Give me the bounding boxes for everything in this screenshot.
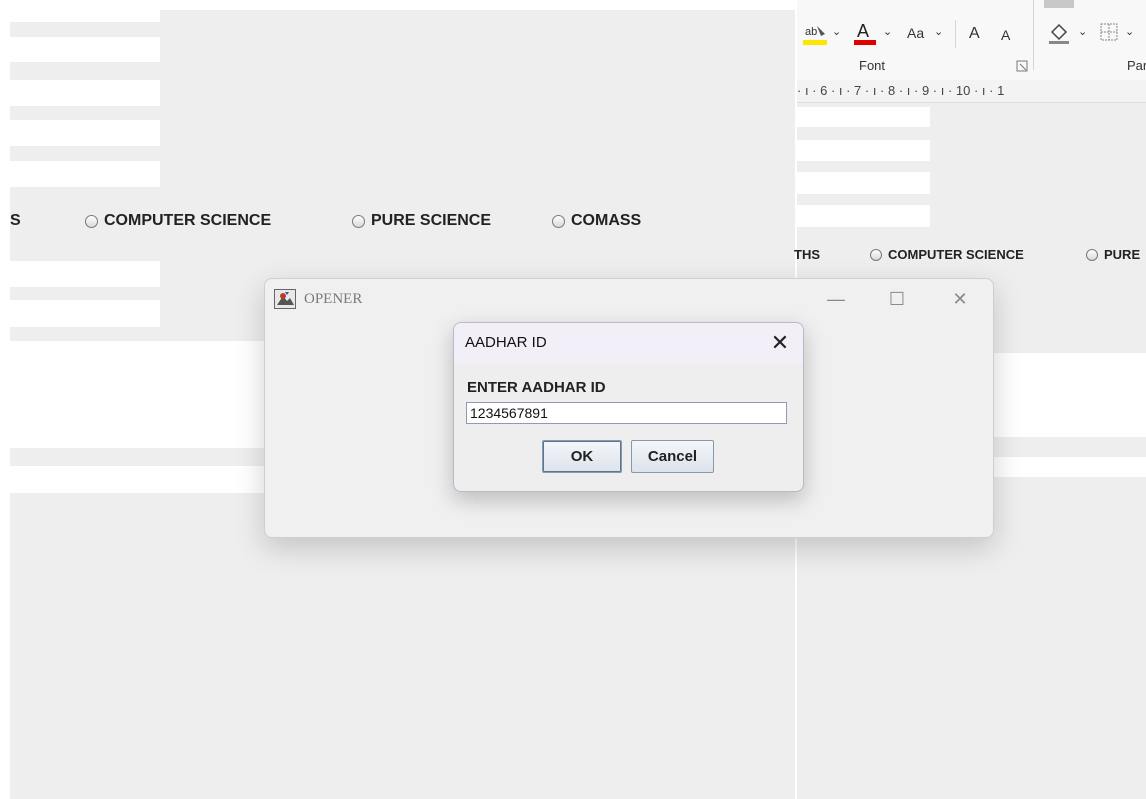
form-field [797, 140, 930, 161]
form-field [10, 10, 160, 22]
radio-option-s[interactable]: S [10, 212, 21, 230]
chevron-down-icon[interactable]: ⌄ [883, 25, 892, 38]
chevron-down-icon[interactable]: ⌄ [1125, 25, 1134, 38]
radio-option-pure-science[interactable]: PURE SCIENCE [352, 212, 491, 230]
svg-text:A: A [857, 21, 869, 41]
form-field [10, 300, 160, 327]
shrink-font-button[interactable]: A [1001, 27, 1010, 43]
opener-titlebar[interactable]: OPENER [265, 279, 993, 319]
java-app-icon [274, 289, 296, 309]
aadhar-id-input[interactable] [466, 402, 787, 424]
dialog-launcher-icon[interactable] [1016, 60, 1028, 72]
radio-label: PURE [1104, 247, 1141, 262]
dialog-title: AADHAR ID [465, 334, 547, 351]
prompt-label: ENTER AADHAR ID [467, 379, 606, 396]
cancel-button[interactable]: Cancel [631, 440, 714, 473]
radio-option-computer-science[interactable]: COMPUTER SCIENCE [85, 212, 271, 230]
font-color-icon[interactable]: A [853, 20, 877, 46]
form-field [10, 161, 160, 187]
style-swatch[interactable] [1044, 0, 1074, 8]
radio-button-icon[interactable] [552, 214, 565, 228]
highlight-color-icon[interactable]: ab [803, 22, 829, 46]
dialog-titlebar[interactable]: AADHAR ID ✕ [454, 323, 803, 363]
radio-option-maths[interactable]: THS [794, 247, 820, 262]
radio-label: COMPUTER SCIENCE [888, 247, 1024, 262]
ribbon-separator [955, 20, 956, 48]
form-field [10, 261, 160, 287]
form-field [10, 80, 160, 106]
ribbon-separator [1033, 0, 1034, 70]
change-case-button[interactable]: Aa [907, 25, 924, 41]
radio-label: PURE SCIENCE [371, 212, 492, 229]
radio-option-computer-science[interactable]: COMPUTER SCIENCE [870, 247, 1024, 262]
radio-label: THS [794, 247, 820, 262]
ruler: · ı · 6 · ı · 7 · ı · 8 · ı · 9 · ı · 10… [797, 80, 1146, 103]
maximize-button[interactable]: ☐ [885, 287, 909, 311]
svg-text:ab: ab [805, 26, 817, 38]
chevron-down-icon[interactable]: ⌄ [1078, 25, 1087, 38]
radio-label: S [10, 212, 21, 229]
radio-label: COMPUTER SCIENCE [104, 212, 272, 229]
form-field [797, 107, 930, 127]
chevron-down-icon[interactable]: ⌄ [832, 25, 841, 38]
close-button[interactable]: ✕ [948, 287, 972, 311]
minimize-button[interactable]: — [824, 287, 848, 311]
window-title: OPENER [304, 290, 363, 307]
ok-button[interactable]: OK [542, 440, 622, 473]
grow-font-button[interactable]: A [969, 25, 980, 43]
form-field [10, 37, 160, 62]
radio-button-icon[interactable] [870, 248, 882, 261]
radio-option-comass[interactable]: COMASS [552, 212, 641, 230]
form-field [797, 205, 930, 227]
word-ribbon: ab ⌄ A ⌄ Aa ⌄ A A ⌄ ⌄ Font Par [797, 0, 1146, 80]
radio-button-icon[interactable] [352, 214, 365, 228]
form-field [797, 172, 930, 194]
radio-button-icon[interactable] [1086, 248, 1098, 261]
borders-icon[interactable] [1099, 22, 1119, 42]
paint-bucket-icon[interactable] [1047, 20, 1073, 46]
radio-option-pure[interactable]: PURE [1086, 247, 1140, 262]
radio-button-icon[interactable] [85, 214, 98, 228]
font-group-label: Font [859, 58, 886, 73]
chevron-down-icon[interactable]: ⌄ [934, 25, 943, 38]
dialog-close-button[interactable]: ✕ [768, 329, 792, 357]
form-field [10, 120, 160, 146]
radio-label: COMASS [571, 212, 642, 229]
paragraph-group-label: Parag [1127, 58, 1146, 73]
aadhar-id-dialog: AADHAR ID ✕ ENTER AADHAR ID OK Cancel [453, 322, 804, 492]
